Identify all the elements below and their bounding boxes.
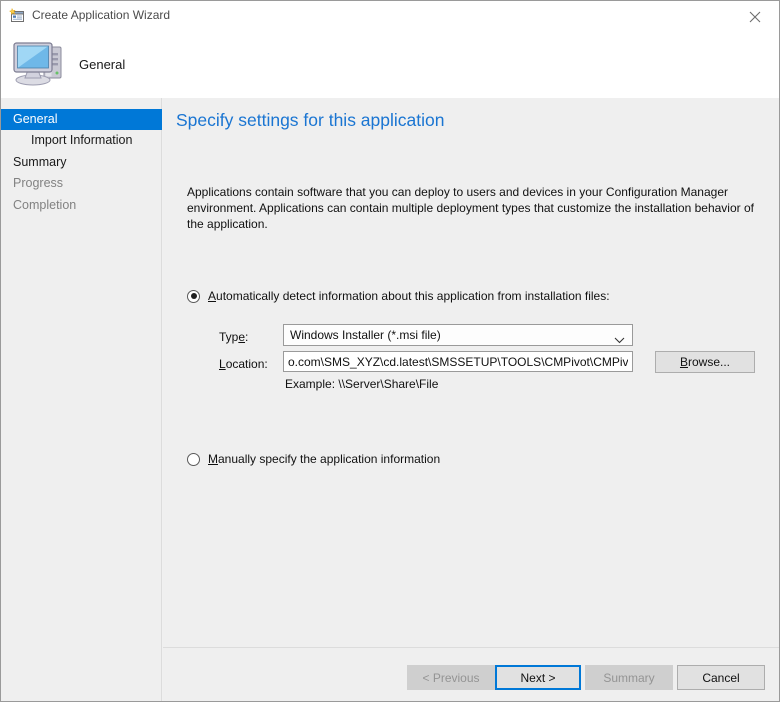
radio-auto-detect[interactable]: Automatically detect information about t…: [187, 289, 610, 303]
type-dropdown[interactable]: Windows Installer (*.msi file): [283, 324, 633, 346]
type-label: Type:: [219, 330, 248, 344]
window-title: Create Application Wizard: [32, 8, 171, 22]
next-button[interactable]: Next >: [495, 665, 581, 690]
sidebar-item-label: Progress: [13, 176, 64, 190]
sidebar-item-label: Summary: [13, 155, 67, 169]
accelerator-letter: L: [219, 357, 226, 371]
type-label-post: :: [245, 330, 249, 344]
footer-divider: [163, 647, 779, 648]
new-window-icon: [8, 7, 25, 24]
accelerator-letter: A: [208, 289, 217, 303]
sidebar-item-general[interactable]: General: [1, 109, 162, 130]
wizard-steps-sidebar: General Import Information Summary Progr…: [1, 98, 162, 701]
location-example-text: Example: \\Server\Share\File: [285, 377, 439, 391]
radio-manual-specify-text: anually specify the application informat…: [218, 452, 441, 466]
sidebar-item-label: Completion: [13, 198, 77, 212]
radio-auto-detect-label: Automatically detect information about t…: [208, 289, 610, 303]
intro-description: Applications contain software that you c…: [187, 185, 754, 231]
accelerator-letter: M: [208, 452, 218, 466]
chevron-down-icon: [614, 333, 625, 347]
sidebar-item-progress[interactable]: Progress: [1, 173, 162, 194]
browse-button[interactable]: Browse...: [655, 351, 755, 373]
browse-button-label: rowse...: [688, 355, 731, 369]
radio-manual-specify-label: Manually specify the application informa…: [208, 452, 440, 466]
type-dropdown-value: Windows Installer (*.msi file): [290, 328, 441, 342]
close-button[interactable]: [733, 1, 779, 30]
wizard-content-pane: Specify settings for this application Ap…: [163, 98, 779, 701]
previous-button[interactable]: < Previous: [407, 665, 495, 690]
summary-button[interactable]: Summary: [585, 665, 673, 690]
cancel-button[interactable]: Cancel: [677, 665, 765, 690]
radio-auto-detect-text: utomatically detect information about th…: [216, 289, 610, 303]
title-bar: Create Application Wizard: [1, 1, 779, 31]
location-label-text: ocation:: [225, 357, 268, 371]
close-icon: [749, 11, 761, 23]
header-title: General: [79, 57, 126, 72]
sidebar-item-label: Import Information: [31, 133, 133, 147]
accelerator-letter: B: [679, 355, 688, 369]
radio-manual-specify[interactable]: Manually specify the application informa…: [187, 452, 440, 466]
page-title: Specify settings for this application: [176, 110, 445, 130]
radio-indicator: [187, 452, 200, 466]
sidebar-item-import-information[interactable]: Import Information: [1, 130, 162, 151]
wizard-window: Create Application Wizard General Genera…: [0, 0, 780, 702]
wizard-header: General: [1, 31, 779, 98]
type-label-pre: Typ: [219, 330, 239, 344]
radio-indicator: [187, 289, 200, 303]
location-input[interactable]: [283, 351, 633, 372]
sidebar-item-summary[interactable]: Summary: [1, 152, 162, 173]
computer-icon: [11, 37, 69, 89]
location-label: Location:: [219, 357, 268, 371]
sidebar-item-completion[interactable]: Completion: [1, 195, 162, 216]
sidebar-item-label: General: [13, 112, 58, 126]
